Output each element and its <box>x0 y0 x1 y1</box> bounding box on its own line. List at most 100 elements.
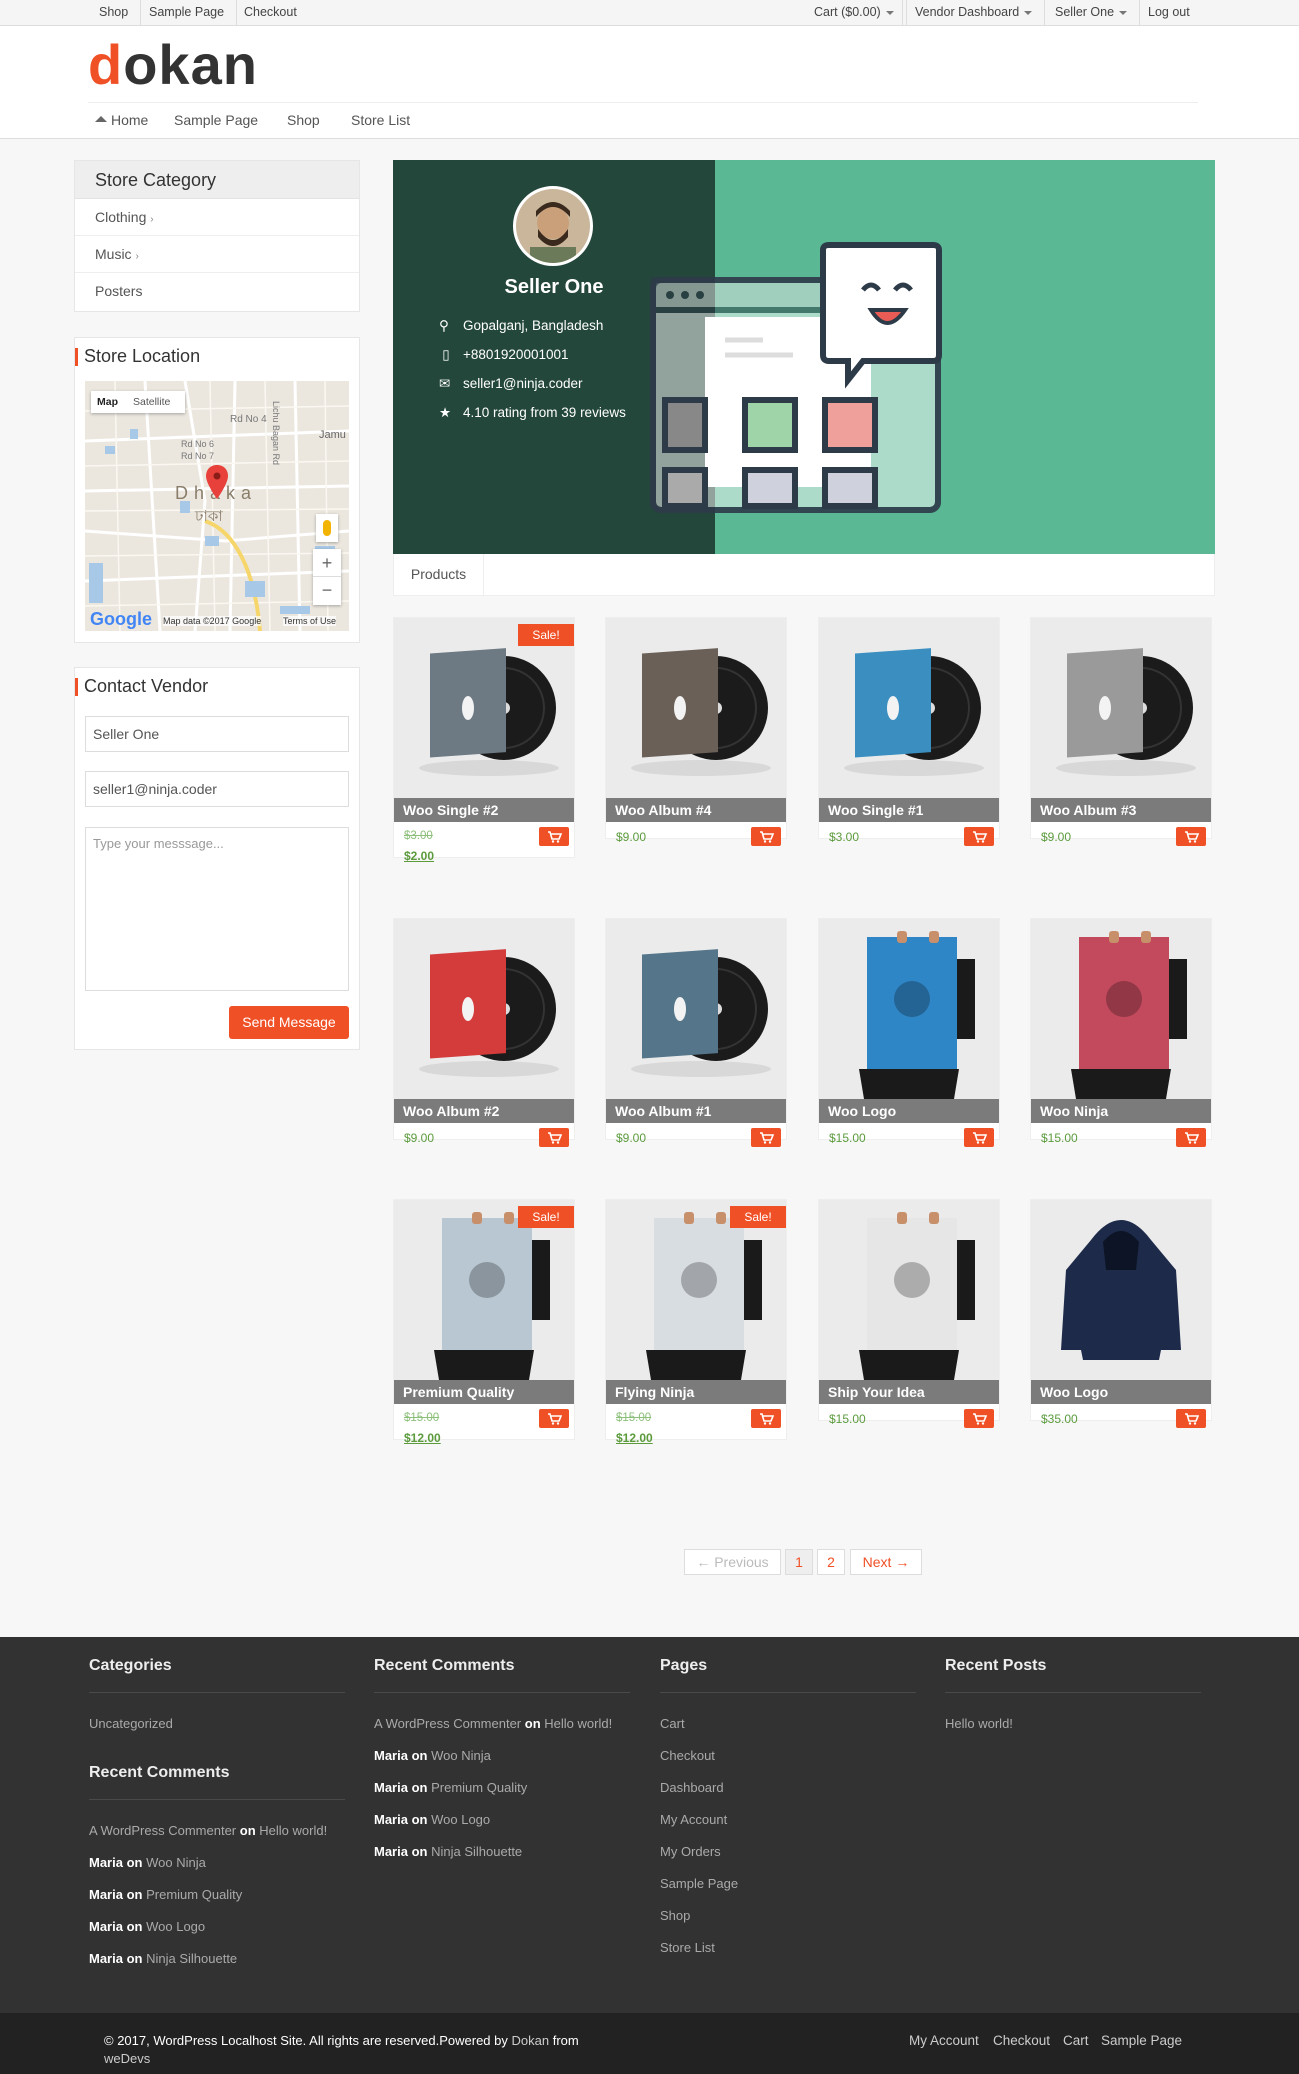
comment-post-link[interactable]: Ninja Silhouette <box>431 1844 522 1859</box>
product-card[interactable]: Woo Album #2 $9.00 <box>393 918 575 1147</box>
nav-shop[interactable]: Shop <box>287 112 320 128</box>
topbar-link-checkout[interactable]: Checkout <box>232 0 309 26</box>
comment-post-link[interactable]: Ninja Silhouette <box>146 1951 237 1966</box>
map-pin-icon[interactable] <box>206 465 228 499</box>
product-card[interactable]: Woo Logo $15.00 <box>818 918 1000 1147</box>
product-card[interactable]: Woo Album #4 $9.00 <box>605 617 787 846</box>
product-title[interactable]: Premium Quality <box>394 1380 574 1404</box>
product-title[interactable]: Woo Logo <box>1031 1380 1211 1404</box>
comment-author[interactable]: Maria <box>374 1812 408 1827</box>
product-image-wrap[interactable] <box>394 919 574 1099</box>
add-to-cart-button[interactable] <box>751 827 781 846</box>
add-to-cart-button[interactable] <box>751 1128 781 1147</box>
footer-page-link[interactable]: Shop <box>660 1908 690 1923</box>
product-title[interactable]: Woo Ninja <box>1031 1099 1211 1123</box>
comment-author[interactable]: Maria <box>89 1919 123 1934</box>
product-title[interactable]: Woo Logo <box>819 1099 999 1123</box>
comment-author[interactable]: Maria <box>89 1855 123 1870</box>
product-title[interactable]: Woo Album #2 <box>394 1099 574 1123</box>
comment-post-link[interactable]: Woo Ninja <box>146 1855 206 1870</box>
footer-page-link[interactable]: Sample Page <box>660 1876 738 1891</box>
comment-author[interactable]: Maria <box>374 1780 408 1795</box>
store-map[interactable]: Map Satellite Rd No 4 Rd No 6 Rd No 7 Li… <box>85 381 349 631</box>
product-card[interactable]: Sale! Premium Quality $15.00 $12.00 <box>393 1199 575 1445</box>
product-image-wrap[interactable] <box>819 618 999 798</box>
topbar-link-sample-page[interactable]: Sample Page <box>137 0 238 26</box>
pegman-icon[interactable] <box>316 514 338 542</box>
add-to-cart-button[interactable] <box>964 1128 994 1147</box>
comment-author[interactable]: A WordPress Commenter <box>89 1823 236 1838</box>
product-card[interactable]: Woo Ninja $15.00 <box>1030 918 1212 1147</box>
pagination-next[interactable]: Next → <box>850 1549 922 1575</box>
contact-message-textarea[interactable]: Type your messsage... <box>85 827 349 991</box>
footer-page-link[interactable]: My Orders <box>660 1844 721 1859</box>
product-title[interactable]: Woo Album #4 <box>606 798 786 822</box>
add-to-cart-button[interactable] <box>1176 1409 1206 1428</box>
pagination-page-1[interactable]: 1 <box>785 1549 813 1575</box>
footer-link-my-account[interactable]: My Account <box>909 2033 979 2048</box>
product-image-wrap[interactable] <box>606 919 786 1099</box>
add-to-cart-button[interactable] <box>751 1409 781 1428</box>
comment-author[interactable]: Maria <box>89 1951 123 1966</box>
footer-page-link[interactable]: Cart <box>660 1716 685 1731</box>
product-card[interactable]: Sale! Woo Single #2 $3.00 $2.00 <box>393 617 575 863</box>
comment-post-link[interactable]: Premium Quality <box>431 1780 527 1795</box>
footer-link-checkout[interactable]: Checkout <box>993 2033 1050 2048</box>
comment-author[interactable]: A WordPress Commenter <box>374 1716 521 1731</box>
product-card[interactable]: Sale! Flying Ninja $15.00 $12.00 <box>605 1199 787 1445</box>
comment-post-link[interactable]: Woo Logo <box>146 1919 205 1934</box>
add-to-cart-button[interactable] <box>539 827 569 846</box>
site-logo[interactable]: dokan <box>88 32 258 97</box>
product-image-wrap[interactable] <box>1031 1200 1211 1380</box>
footer-page-link[interactable]: Checkout <box>660 1748 715 1763</box>
product-card[interactable]: Ship Your Idea $15.00 <box>818 1199 1000 1428</box>
product-title[interactable]: Woo Album #1 <box>606 1099 786 1123</box>
comment-post-link[interactable]: Premium Quality <box>146 1887 242 1902</box>
tab-products[interactable]: Products <box>394 554 484 595</box>
comment-post-link[interactable]: Hello world! <box>544 1716 612 1731</box>
comment-post-link[interactable]: Hello world! <box>259 1823 327 1838</box>
footer-page-link[interactable]: Dashboard <box>660 1780 724 1795</box>
topbar-logout[interactable]: Log out <box>1136 0 1202 26</box>
product-title[interactable]: Ship Your Idea <box>819 1380 999 1404</box>
wedevs-link[interactable]: weDevs <box>104 2051 150 2066</box>
product-card[interactable]: Woo Logo $35.00 <box>1030 1199 1212 1428</box>
add-to-cart-button[interactable] <box>1176 1128 1206 1147</box>
product-card[interactable]: Woo Album #3 $9.00 <box>1030 617 1212 846</box>
product-image-wrap[interactable] <box>606 618 786 798</box>
pagination-page-2[interactable]: 2 <box>817 1549 845 1575</box>
contact-name-field[interactable]: Seller One <box>85 716 349 752</box>
product-image-wrap[interactable] <box>1031 618 1211 798</box>
category-music[interactable]: Music › <box>75 236 359 273</box>
zoom-in-button[interactable]: + <box>313 549 341 577</box>
nav-sample-page[interactable]: Sample Page <box>174 112 258 128</box>
contact-email-field[interactable]: seller1@ninja.coder <box>85 771 349 807</box>
product-image-wrap[interactable] <box>819 1200 999 1380</box>
map-tab-map[interactable]: Map <box>97 396 118 408</box>
footer-link-sample-page[interactable]: Sample Page <box>1101 2033 1182 2048</box>
comment-author[interactable]: Maria <box>89 1887 123 1902</box>
product-image-wrap[interactable] <box>819 919 999 1099</box>
topbar-link-shop[interactable]: Shop <box>87 0 142 26</box>
add-to-cart-button[interactable] <box>539 1409 569 1428</box>
dokan-link[interactable]: Dokan <box>512 2033 550 2048</box>
product-title[interactable]: Flying Ninja <box>606 1380 786 1404</box>
comment-author[interactable]: Maria <box>374 1844 408 1859</box>
comment-author[interactable]: Maria <box>374 1748 408 1763</box>
topbar-user-menu[interactable]: Seller One <box>1043 0 1141 26</box>
comment-post-link[interactable]: Woo Logo <box>431 1812 490 1827</box>
map-terms-link[interactable]: Terms of Use <box>283 616 337 626</box>
category-posters[interactable]: Posters <box>75 273 359 310</box>
add-to-cart-button[interactable] <box>964 827 994 846</box>
add-to-cart-button[interactable] <box>1176 827 1206 846</box>
product-title[interactable]: Woo Single #1 <box>819 798 999 822</box>
footer-page-link[interactable]: My Account <box>660 1812 727 1827</box>
add-to-cart-button[interactable] <box>964 1409 994 1428</box>
topbar-vendor-dashboard[interactable]: Vendor Dashboard <box>902 0 1046 26</box>
add-to-cart-button[interactable] <box>539 1128 569 1147</box>
send-message-button[interactable]: Send Message <box>229 1006 349 1039</box>
footer-link-cart[interactable]: Cart <box>1063 2033 1089 2048</box>
category-clothing[interactable]: Clothing › <box>75 199 359 236</box>
product-title[interactable]: Woo Single #2 <box>394 798 574 822</box>
pagination-previous[interactable]: ← Previous <box>684 1549 781 1575</box>
